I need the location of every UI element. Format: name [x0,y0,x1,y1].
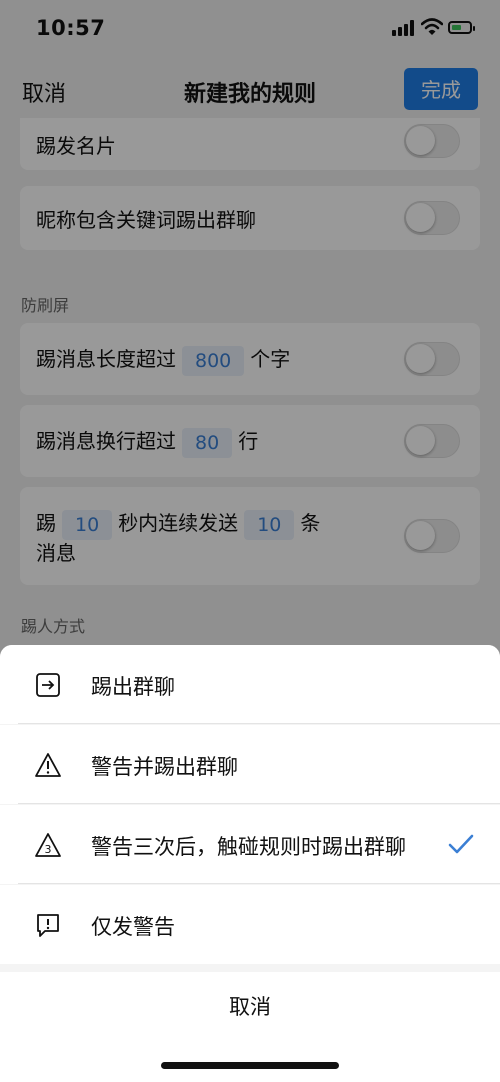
home-indicator [161,1062,339,1069]
message-alert-icon [37,914,59,937]
warning-three-icon: 3 [35,833,61,857]
option-label: 警告三次后，触碰规则时踢出群聊 [91,835,406,859]
warning-icon [35,753,61,777]
option-warn-and-kick[interactable]: 警告并踢出群聊 [0,725,500,804]
option-kick-out[interactable]: 踢出群聊 [0,645,500,724]
option-label: 仅发警告 [91,915,175,939]
option-label: 踢出群聊 [91,675,175,699]
warning-count-badge: 3 [45,843,52,856]
exit-icon [36,673,60,697]
action-sheet: 踢出群聊 警告并踢出群聊 3 警告三次后，触碰规则时踢出群聊 仅发警告 取消 [0,645,500,1082]
option-warn-three-times[interactable]: 3 警告三次后，触碰规则时踢出群聊 [0,805,500,884]
option-warn-only[interactable]: 仅发警告 [0,885,500,964]
sheet-cancel-label: 取消 [229,995,271,1019]
option-label: 警告并踢出群聊 [91,755,238,779]
checkmark-icon [448,834,474,854]
